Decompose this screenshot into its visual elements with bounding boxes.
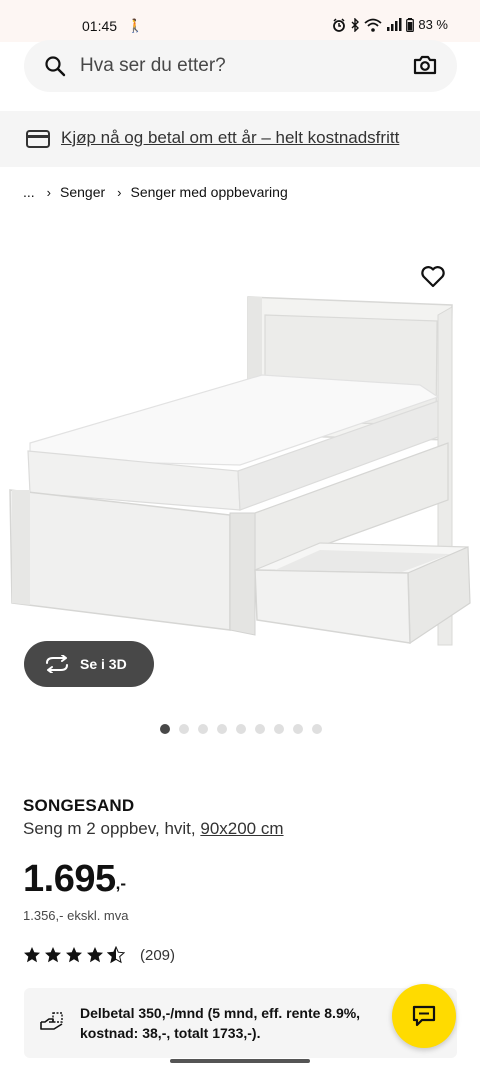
search-bar[interactable]: Hva ser du etter? [24,40,457,92]
chat-icon [412,1005,436,1027]
carousel-dot[interactable] [312,724,322,734]
signal-icon [387,17,402,31]
carousel-dot[interactable] [160,724,170,734]
heart-icon[interactable] [420,265,446,289]
star-icon [45,947,61,963]
view-3d-button[interactable]: Se i 3D [24,641,154,687]
alarm-icon [333,17,346,32]
star-icon [87,947,103,963]
promo-link[interactable]: Kjøp nå og betal om ett år – helt kostna… [61,128,399,148]
carousel-dot[interactable] [236,724,246,734]
carousel-dot[interactable] [255,724,265,734]
camera-icon[interactable] [413,54,437,76]
breadcrumb-item-senger-med-oppbevaring[interactable]: Senger med oppbevaring [131,184,288,200]
payment-hand-icon [40,1012,63,1030]
battery-level: 83 % [418,17,448,32]
product-description: Seng m 2 oppbev, hvit, 90x200 cm [23,819,284,839]
walking-icon: 🚶 [127,18,144,33]
product-rating[interactable]: (209) [23,946,175,964]
status-bar: 01:45 🚶 83 % [0,0,480,42]
bluetooth-icon [351,17,360,32]
status-icons: 83 % [332,17,448,32]
search-icon [45,56,66,77]
price-ex-vat: 1.356,- ekskl. mva [23,908,129,923]
product-price: 1.695 ,- [23,858,126,901]
view-3d-label: Se i 3D [80,656,127,672]
carousel-dot[interactable] [198,724,208,734]
breadcrumb-item-senger[interactable]: Senger [60,184,105,200]
carousel-dot[interactable] [179,724,189,734]
carousel-dot[interactable] [274,724,284,734]
review-count[interactable]: (209) [140,947,175,964]
chevron-right-icon: › [117,184,122,200]
breadcrumb-ellipsis[interactable]: ... [23,184,35,200]
battery-icon [406,17,415,32]
breadcrumb: ... › Senger › Senger med oppbevaring [23,184,288,200]
home-indicator[interactable] [170,1059,310,1063]
product-size-link[interactable]: 90x200 cm [200,819,283,838]
product-description-text: Seng m 2 oppbev, hvit, [23,819,201,838]
star-icon [107,946,125,964]
wifi-icon [364,18,382,32]
search-input[interactable]: Hva ser du etter? [80,55,226,77]
carousel-dot[interactable] [217,724,227,734]
carousel-dots[interactable] [160,724,322,734]
product-name: SONGESAND [23,796,135,815]
promo-banner[interactable]: Kjøp nå og betal om ett år – helt kostna… [0,111,480,167]
star-icon [24,947,40,963]
carousel-dot[interactable] [293,724,303,734]
installment-text: Delbetal 350,-/mnd (5 mnd, eff. rente 8.… [80,1005,361,1041]
price-suffix: ,- [115,874,126,893]
star-icon [66,947,82,963]
price-main: 1.695 [23,858,116,900]
chat-button[interactable] [392,984,456,1048]
status-time: 01:45 [82,18,118,34]
credit-card-icon [26,130,50,148]
chevron-right-icon: › [46,184,52,200]
rotate-3d-icon [46,655,68,673]
